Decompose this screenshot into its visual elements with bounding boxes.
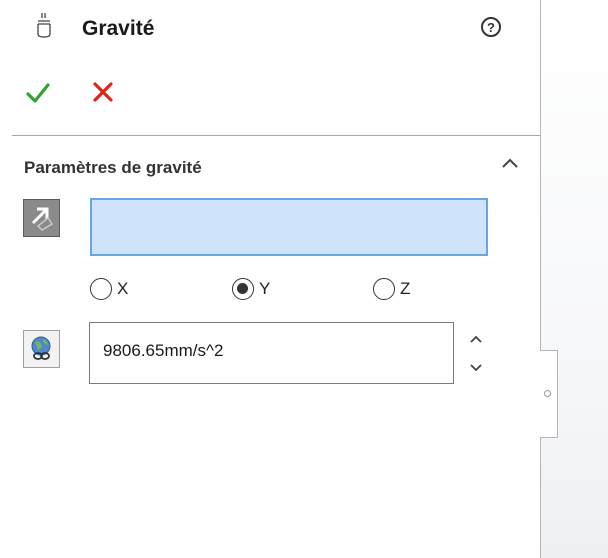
ok-checkmark-icon[interactable] — [26, 82, 50, 104]
panel-collapse-handle[interactable] — [540, 350, 558, 438]
radio-button[interactable] — [373, 278, 395, 300]
radio-y[interactable]: Y — [232, 278, 270, 300]
axis-radio-group: X Y Z — [0, 278, 540, 308]
section-title: Paramètres de gravité — [24, 158, 202, 177]
divider — [12, 135, 540, 136]
gravity-magnitude-input[interactable]: 9806.65mm/s^2 — [89, 322, 454, 384]
radio-label-y: Y — [259, 279, 271, 298]
chevron-down-icon[interactable] — [468, 362, 484, 374]
globe-link-icon[interactable] — [23, 330, 60, 368]
property-manager-panel: Gravité ? Paramètres de gravité X Y Z 98… — [0, 0, 541, 558]
radio-button-selected[interactable] — [232, 278, 254, 300]
direction-selection-box[interactable] — [90, 198, 488, 256]
gravity-feature-icon — [37, 13, 51, 38]
radio-button[interactable] — [90, 278, 112, 300]
radio-x[interactable]: X — [90, 278, 128, 300]
help-button[interactable]: ? — [481, 17, 501, 37]
graphics-area — [540, 0, 608, 558]
direction-reference-icon — [31, 207, 54, 231]
radio-z[interactable]: Z — [373, 278, 410, 300]
handle-dot — [544, 390, 551, 397]
chevron-up-icon[interactable] — [500, 156, 520, 170]
panel-title: Gravité — [82, 17, 155, 40]
direction-reference-button[interactable] — [23, 199, 60, 237]
radio-label-x: X — [117, 279, 129, 298]
chevron-up-icon[interactable] — [468, 333, 484, 345]
radio-label-z: Z — [400, 279, 411, 298]
cancel-close-icon[interactable] — [91, 81, 115, 103]
